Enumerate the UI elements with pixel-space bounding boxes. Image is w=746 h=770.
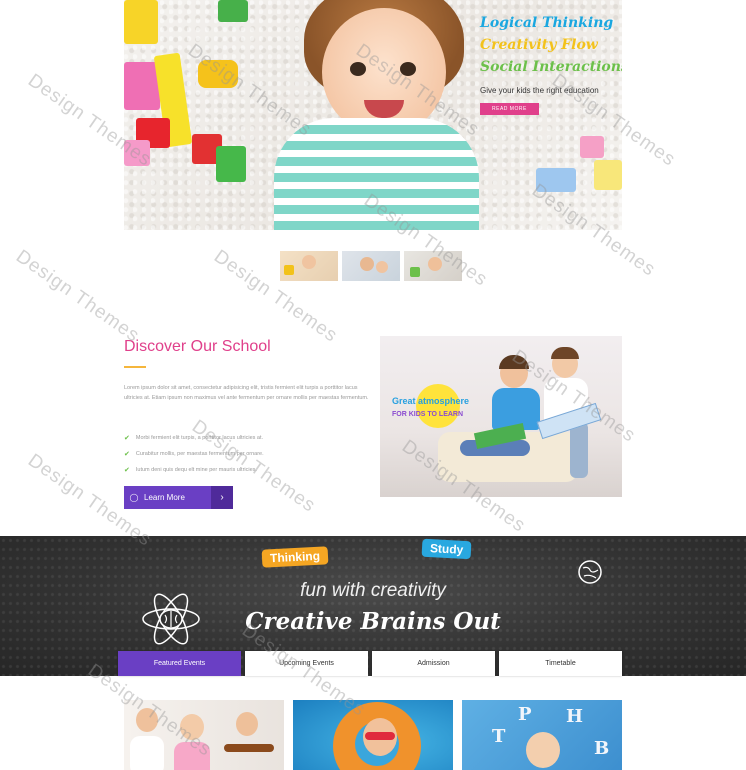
hero-line-creativity-flow: Creativity Flow	[480, 37, 598, 53]
hero-line-logical-thinking: Logical Thinking	[480, 15, 614, 31]
slider-thumbnails	[280, 251, 462, 281]
learn-more-button[interactable]: ◯ Learn More ›	[124, 486, 233, 509]
hero-line-social-interactions: Social Interactions	[480, 59, 622, 75]
card-letter-decoration: P	[518, 704, 532, 725]
hero-slider: Logical Thinking Creativity Flow Social …	[124, 0, 622, 230]
card-shirt	[130, 736, 164, 770]
banner-title: Creative Brains Out	[245, 608, 501, 635]
photo-caption-atmosphere: Great atmosphere	[392, 396, 470, 406]
tab-timetable[interactable]: Timetable	[499, 651, 622, 676]
card-letter-decoration: H	[566, 706, 584, 727]
slider-thumbnail-1[interactable]	[280, 251, 338, 281]
events-tabs: Featured Events Upcoming Events Admissio…	[118, 651, 626, 676]
slider-thumbnail-3[interactable]	[404, 251, 462, 281]
check-icon: ✔	[124, 435, 130, 442]
card-letter-decoration: T	[492, 726, 506, 747]
photo-child-hair	[499, 355, 529, 369]
globe-icon	[578, 560, 602, 584]
slider-thumbnail-2[interactable]	[342, 251, 400, 281]
toy-block-yellow-2	[594, 160, 622, 190]
photo-caption-kids: FOR KIDS TO LEARN	[392, 411, 464, 418]
list-item: ✔ Curabitur mollis, per maestas fermentum…	[124, 446, 264, 462]
child-eye-right	[400, 62, 416, 76]
discover-bullet-list: ✔ Morbi fermient elit turpis, a porttitor…	[124, 430, 264, 478]
circle-play-icon: ◯	[129, 493, 139, 502]
check-icon: ✔	[124, 451, 130, 458]
toy-block-pink-3	[580, 136, 604, 158]
thumbnail-figure	[428, 257, 442, 271]
child-eye-left	[350, 62, 366, 76]
photo-child-legs	[570, 422, 588, 478]
list-item-text: Morbi fermient elit turpis, a porttitor …	[135, 435, 264, 441]
thumbnail-toy	[410, 267, 420, 277]
thumbnail-figure	[376, 261, 388, 273]
read-more-button[interactable]: READ MORE	[480, 103, 539, 115]
toy-block-yellow	[124, 0, 158, 44]
card-child-head	[526, 732, 560, 768]
list-item: ✔ Morbi fermient elit turpis, a porttitor…	[124, 430, 264, 446]
card-child-head	[180, 714, 204, 740]
toy-block-blue	[536, 168, 576, 192]
check-icon: ✔	[124, 467, 130, 474]
photo-speech-bubble	[416, 384, 460, 428]
title-divider	[124, 366, 146, 368]
discover-title: Discover Our School	[124, 338, 271, 355]
list-item: ✔ Iutum deni quis dequ elt mine per mauri…	[124, 462, 264, 478]
photo-child-hair	[551, 347, 579, 359]
thumbnail-figure	[360, 257, 374, 271]
watermark-text: Design Themes	[11, 246, 144, 347]
thinking-tag: Thinking	[261, 546, 329, 568]
toy-block-orange	[198, 60, 238, 88]
hero-tagline: Give your kids the right education	[480, 86, 599, 95]
card-child-head	[236, 712, 258, 736]
chevron-right-icon: ›	[211, 486, 233, 509]
hero-caption: Logical Thinking Creativity Flow Social …	[480, 12, 622, 115]
study-tag: Study	[421, 538, 472, 560]
learn-more-label: Learn More	[144, 493, 185, 502]
event-card-image-1[interactable]	[124, 700, 284, 770]
thumbnail-toy	[284, 265, 294, 275]
card-sunglasses	[365, 732, 395, 740]
toy-block-pink-2	[124, 140, 150, 166]
tab-featured-events[interactable]: Featured Events	[118, 651, 241, 676]
thumbnail-figure	[302, 255, 316, 269]
child-shirt	[274, 118, 479, 230]
banner-subtitle: fun with creativity	[300, 580, 446, 601]
discover-paragraph: Lorem ipsum dolor sit amet, consectetur …	[124, 385, 369, 401]
card-child-head	[136, 708, 158, 732]
event-card-image-3[interactable]: P H T B	[462, 700, 622, 770]
card-violin	[224, 744, 274, 752]
toy-block-green	[218, 0, 248, 22]
event-card-image-2[interactable]	[293, 700, 453, 770]
tab-upcoming-events[interactable]: Upcoming Events	[245, 651, 368, 676]
list-item-text: Curabitur mollis, per maestas fermentum …	[135, 451, 264, 457]
tab-admission[interactable]: Admission	[372, 651, 495, 676]
discover-photo: Great atmosphere FOR KIDS TO LEARN	[380, 336, 622, 497]
brain-atom-icon	[142, 593, 200, 645]
list-item-text: Iutum deni quis dequ elt mine per mauris…	[135, 467, 257, 473]
card-shirt	[174, 742, 210, 770]
card-letter-decoration: B	[594, 738, 610, 759]
toy-block-green-2	[216, 146, 246, 182]
